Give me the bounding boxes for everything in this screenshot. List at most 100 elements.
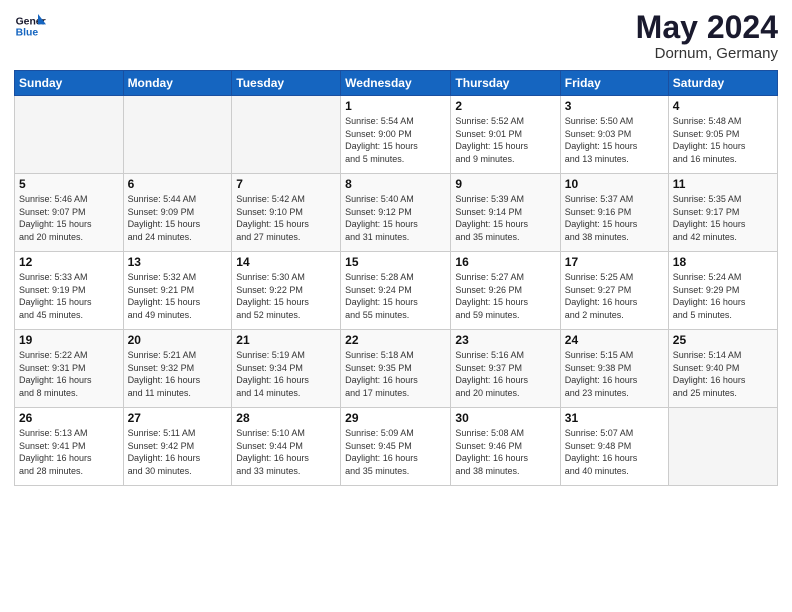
day-info: Sunrise: 5:28 AM Sunset: 9:24 PM Dayligh… [345,271,446,321]
month-title: May 2024 [636,10,778,45]
day-number: 16 [455,255,555,269]
day-info: Sunrise: 5:18 AM Sunset: 9:35 PM Dayligh… [345,349,446,399]
table-row: 28 Sunrise: 5:10 AM Sunset: 9:44 PM Dayli… [232,408,341,486]
logo-icon: General Blue [14,10,46,42]
day-number: 10 [565,177,664,191]
day-info: Sunrise: 5:15 AM Sunset: 9:38 PM Dayligh… [565,349,664,399]
day-number: 23 [455,333,555,347]
day-number: 30 [455,411,555,425]
table-row: 18 Sunrise: 5:24 AM Sunset: 9:29 PM Dayli… [668,252,777,330]
day-number: 15 [345,255,446,269]
table-row: 20 Sunrise: 5:21 AM Sunset: 9:32 PM Dayli… [123,330,232,408]
calendar-table: Sunday Monday Tuesday Wednesday Thursday… [14,70,778,486]
table-row: 19Sunrise: 5:22 AM Sunset: 9:31 PM Dayli… [15,330,124,408]
table-row: 5 Sunrise: 5:46 AM Sunset: 9:07 PM Daylig… [15,174,124,252]
day-info: Sunrise: 5:11 AM Sunset: 9:42 PM Dayligh… [128,427,228,477]
day-number: 24 [565,333,664,347]
table-row [232,96,341,174]
day-number: 12 [19,255,119,269]
day-info: Sunrise: 5:10 AM Sunset: 9:44 PM Dayligh… [236,427,336,477]
table-row: 24 Sunrise: 5:15 AM Sunset: 9:38 PM Dayli… [560,330,668,408]
table-row: 30 Sunrise: 5:08 AM Sunset: 9:46 PM Dayli… [451,408,560,486]
weekday-header-row: Sunday Monday Tuesday Wednesday Thursday… [15,71,778,96]
day-number: 5 [19,177,119,191]
day-info: Sunrise: 5:19 AM Sunset: 9:34 PM Dayligh… [236,349,336,399]
header-sunday: Sunday [15,71,124,96]
table-row: 15 Sunrise: 5:28 AM Sunset: 9:24 PM Dayli… [341,252,451,330]
table-row: 10 Sunrise: 5:37 AM Sunset: 9:16 PM Dayli… [560,174,668,252]
table-row: 26Sunrise: 5:13 AM Sunset: 9:41 PM Dayli… [15,408,124,486]
day-number: 25 [673,333,773,347]
table-row: 3 Sunrise: 5:50 AM Sunset: 9:03 PM Daylig… [560,96,668,174]
header-tuesday: Tuesday [232,71,341,96]
table-row: 2 Sunrise: 5:52 AM Sunset: 9:01 PM Daylig… [451,96,560,174]
day-number: 18 [673,255,773,269]
day-number: 22 [345,333,446,347]
table-row: 13Sunrise: 5:32 AM Sunset: 9:21 PM Dayli… [123,252,232,330]
day-number: 8 [345,177,446,191]
day-info: Sunrise: 5:44 AM Sunset: 9:09 PM Dayligh… [128,193,228,243]
day-info: Sunrise: 5:07 AM Sunset: 9:48 PM Dayligh… [565,427,664,477]
day-number: 20 [128,333,228,347]
day-number: 13 [128,255,228,269]
day-number: 7 [236,177,336,191]
location: Dornum, Germany [636,45,778,62]
day-number: 17 [565,255,664,269]
day-info: Sunrise: 5:46 AM Sunset: 9:07 PM Dayligh… [19,193,119,243]
day-number: 1 [345,99,446,113]
header-thursday: Thursday [451,71,560,96]
day-info: Sunrise: 5:25 AM Sunset: 9:27 PM Dayligh… [565,271,664,321]
table-row: 23Sunrise: 5:16 AM Sunset: 9:37 PM Dayli… [451,330,560,408]
day-number: 2 [455,99,555,113]
day-info: Sunrise: 5:52 AM Sunset: 9:01 PM Dayligh… [455,115,555,165]
day-info: Sunrise: 5:08 AM Sunset: 9:46 PM Dayligh… [455,427,555,477]
day-number: 3 [565,99,664,113]
table-row [668,408,777,486]
day-info: Sunrise: 5:22 AM Sunset: 9:31 PM Dayligh… [19,349,119,399]
day-info: Sunrise: 5:21 AM Sunset: 9:32 PM Dayligh… [128,349,228,399]
table-row: 21 Sunrise: 5:19 AM Sunset: 9:34 PM Dayli… [232,330,341,408]
table-row: 9Sunrise: 5:39 AM Sunset: 9:14 PM Daylig… [451,174,560,252]
day-number: 14 [236,255,336,269]
day-number: 28 [236,411,336,425]
day-number: 31 [565,411,664,425]
day-info: Sunrise: 5:14 AM Sunset: 9:40 PM Dayligh… [673,349,773,399]
day-info: Sunrise: 5:27 AM Sunset: 9:26 PM Dayligh… [455,271,555,321]
calendar-week-row: 5 Sunrise: 5:46 AM Sunset: 9:07 PM Daylig… [15,174,778,252]
table-row: 12Sunrise: 5:33 AM Sunset: 9:19 PM Dayli… [15,252,124,330]
header-saturday: Saturday [668,71,777,96]
table-row: 8 Sunrise: 5:40 AM Sunset: 9:12 PM Daylig… [341,174,451,252]
table-row [15,96,124,174]
table-row: 14Sunrise: 5:30 AM Sunset: 9:22 PM Dayli… [232,252,341,330]
table-row: 31 Sunrise: 5:07 AM Sunset: 9:48 PM Dayli… [560,408,668,486]
table-row: 22 Sunrise: 5:18 AM Sunset: 9:35 PM Dayli… [341,330,451,408]
table-row [123,96,232,174]
day-info: Sunrise: 5:48 AM Sunset: 9:05 PM Dayligh… [673,115,773,165]
table-row: 29 Sunrise: 5:09 AM Sunset: 9:45 PM Dayli… [341,408,451,486]
table-row: 16 Sunrise: 5:27 AM Sunset: 9:26 PM Dayli… [451,252,560,330]
day-number: 29 [345,411,446,425]
title-block: May 2024 Dornum, Germany [636,10,778,62]
table-row: 17 Sunrise: 5:25 AM Sunset: 9:27 PM Dayli… [560,252,668,330]
day-info: Sunrise: 5:24 AM Sunset: 9:29 PM Dayligh… [673,271,773,321]
header-friday: Friday [560,71,668,96]
day-number: 21 [236,333,336,347]
table-row: 4 Sunrise: 5:48 AM Sunset: 9:05 PM Daylig… [668,96,777,174]
day-info: Sunrise: 5:37 AM Sunset: 9:16 PM Dayligh… [565,193,664,243]
table-row: 6Sunrise: 5:44 AM Sunset: 9:09 PM Daylig… [123,174,232,252]
day-info: Sunrise: 5:40 AM Sunset: 9:12 PM Dayligh… [345,193,446,243]
day-number: 4 [673,99,773,113]
day-number: 27 [128,411,228,425]
calendar-week-row: 26Sunrise: 5:13 AM Sunset: 9:41 PM Dayli… [15,408,778,486]
day-info: Sunrise: 5:39 AM Sunset: 9:14 PM Dayligh… [455,193,555,243]
day-info: Sunrise: 5:09 AM Sunset: 9:45 PM Dayligh… [345,427,446,477]
day-info: Sunrise: 5:35 AM Sunset: 9:17 PM Dayligh… [673,193,773,243]
day-info: Sunrise: 5:54 AM Sunset: 9:00 PM Dayligh… [345,115,446,165]
table-row: 27 Sunrise: 5:11 AM Sunset: 9:42 PM Dayli… [123,408,232,486]
calendar-week-row: 19Sunrise: 5:22 AM Sunset: 9:31 PM Dayli… [15,330,778,408]
table-row: 1 Sunrise: 5:54 AM Sunset: 9:00 PM Daylig… [341,96,451,174]
header-monday: Monday [123,71,232,96]
header: General Blue May 2024 Dornum, Germany [14,10,778,62]
day-info: Sunrise: 5:50 AM Sunset: 9:03 PM Dayligh… [565,115,664,165]
day-info: Sunrise: 5:42 AM Sunset: 9:10 PM Dayligh… [236,193,336,243]
